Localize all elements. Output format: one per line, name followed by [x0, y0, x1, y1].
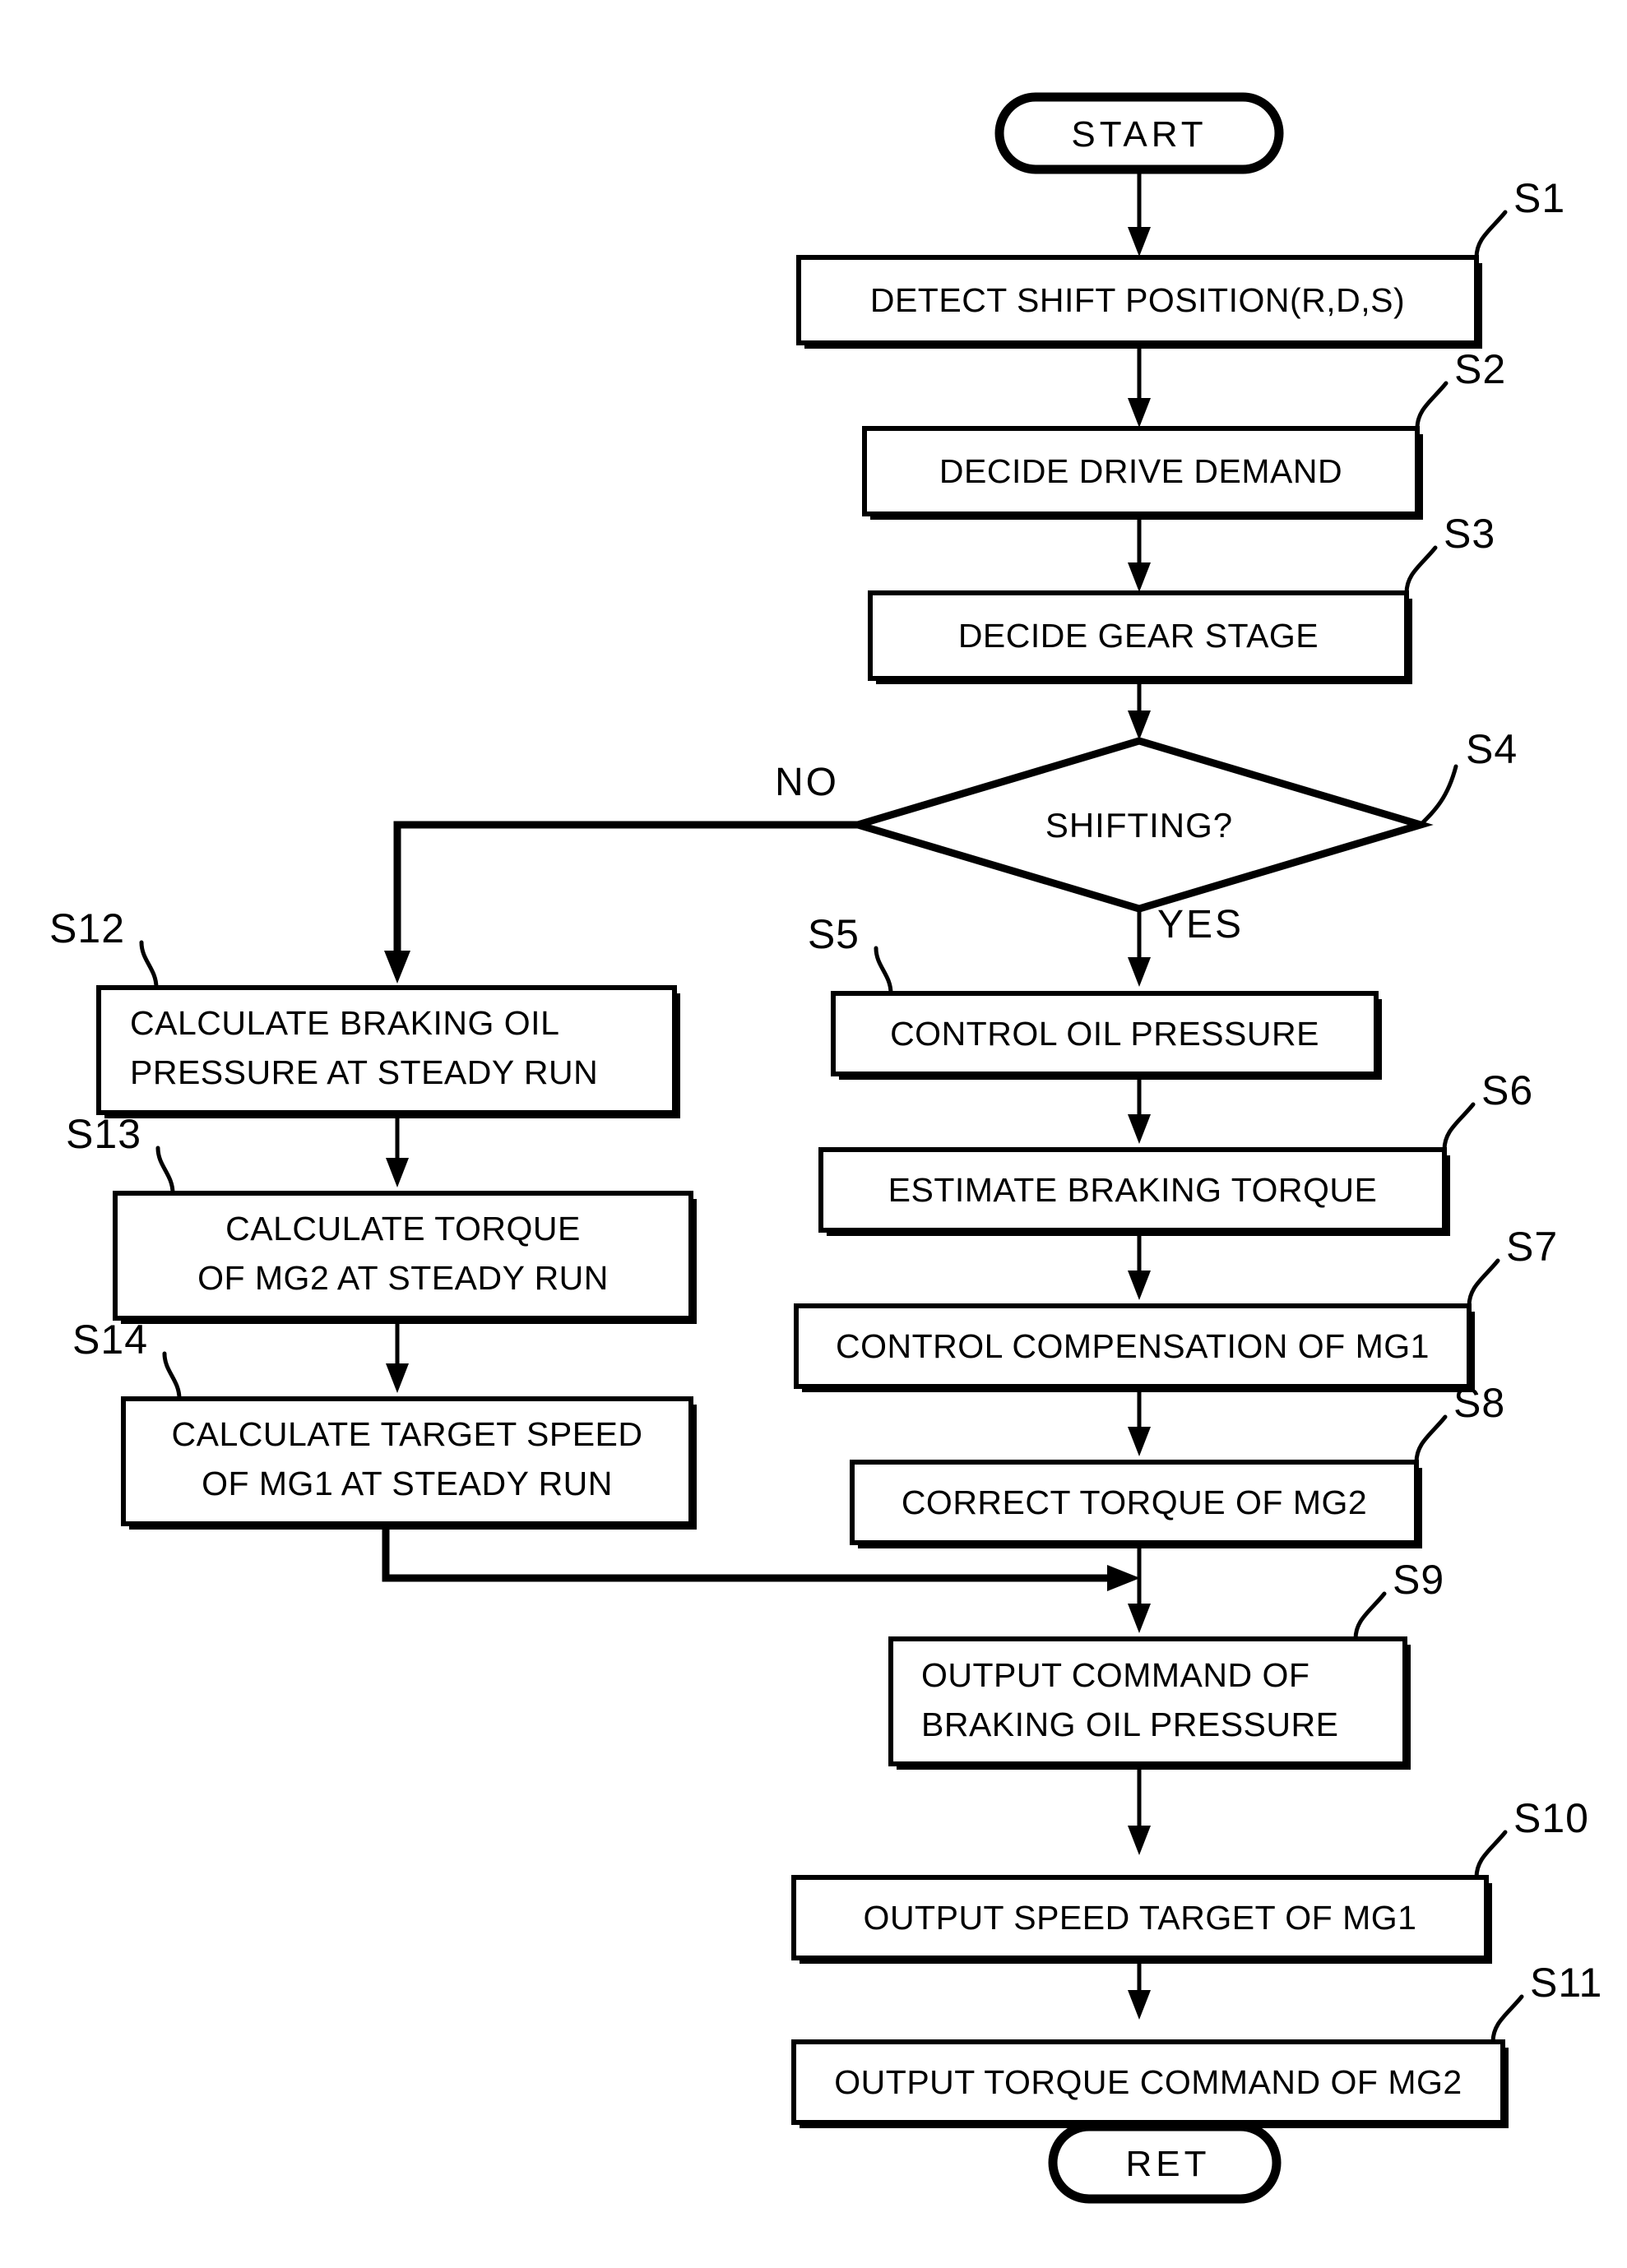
process-box-s6: ESTIMATE BRAKING TORQUE [818, 1147, 1450, 1236]
step-label-s12: S12 [49, 905, 125, 951]
step-label-s3: S3 [1444, 511, 1495, 557]
step-label-s11: S11 [1530, 1960, 1602, 2006]
process-box-s10: OUTPUT SPEED TARGET OF MG1 [791, 1875, 1492, 1964]
s8-text-line1: CORRECT TORQUE OF MG2 [902, 1483, 1367, 1521]
s6-text-line1: ESTIMATE BRAKING TORQUE [888, 1171, 1378, 1209]
step-label-s5: S5 [808, 911, 860, 957]
s13-text-line2: OF MG2 AT STEADY RUN [197, 1259, 609, 1297]
s11-text-line1: OUTPUT TORQUE COMMAND OF MG2 [834, 2063, 1462, 2101]
process-box-s9: OUTPUT COMMAND OF BRAKING OIL PRESSURE [888, 1636, 1411, 1770]
s13-text-line1: CALCULATE TORQUE [225, 1210, 581, 1247]
step-label-s2: S2 [1454, 346, 1506, 392]
flowchart-diagram: START DETECT SHIFT POSITION(R,D,S) S1 DE… [0, 0, 1627, 2268]
s2-text-line1: DECIDE DRIVE DEMAND [939, 452, 1342, 490]
step-label-s14: S14 [72, 1317, 148, 1363]
step-label-s4: S4 [1466, 726, 1518, 772]
process-box-s12: CALCULATE BRAKING OIL PRESSURE AT STEADY… [96, 985, 680, 1118]
step-label-s1: S1 [1513, 175, 1565, 221]
process-box-s7: CONTROL COMPENSATION OF MG1 [794, 1303, 1475, 1392]
start-label: START [1071, 114, 1207, 155]
step-label-s7: S7 [1506, 1224, 1558, 1270]
s10-text-line1: OUTPUT SPEED TARGET OF MG1 [864, 1899, 1417, 1937]
s9-text-line2: BRAKING OIL PRESSURE [921, 1706, 1338, 1743]
s14-text-line1: CALCULATE TARGET SPEED [171, 1415, 642, 1453]
step-label-s6: S6 [1481, 1067, 1533, 1113]
terminal-start: START [994, 92, 1284, 174]
s12-text-line2: PRESSURE AT STEADY RUN [130, 1053, 598, 1091]
process-box-s11: OUTPUT TORQUE COMMAND OF MG2 [791, 2039, 1509, 2128]
step-label-s10: S10 [1513, 1795, 1589, 1841]
s14-text-line2: OF MG1 AT STEADY RUN [202, 1465, 613, 1502]
process-box-s8: CORRECT TORQUE OF MG2 [850, 1460, 1422, 1548]
step-label-s13: S13 [66, 1111, 141, 1157]
s12-text-line1: CALCULATE BRAKING OIL [130, 1004, 559, 1042]
branch-label-yes: YES [1157, 903, 1244, 947]
process-box-s1: DETECT SHIFT POSITION(R,D,S) [796, 255, 1482, 349]
branch-label-no: NO [775, 761, 839, 804]
step-label-s8: S8 [1453, 1380, 1505, 1426]
process-box-s5: CONTROL OIL PRESSURE [831, 991, 1382, 1080]
s3-text-line1: DECIDE GEAR STAGE [958, 617, 1319, 655]
s5-text-line1: CONTROL OIL PRESSURE [890, 1015, 1319, 1053]
process-box-s13: CALCULATE TORQUE OF MG2 AT STEADY RUN [113, 1191, 697, 1324]
process-box-s14: CALCULATE TARGET SPEED OF MG1 AT STEADY … [121, 1396, 697, 1530]
terminal-ret: RET [1048, 2122, 1282, 2204]
ret-label: RET [1126, 2144, 1211, 2184]
process-box-s2: DECIDE DRIVE DEMAND [862, 426, 1423, 520]
s1-text-line1: DETECT SHIFT POSITION(R,D,S) [870, 281, 1405, 319]
s4-text-line1: SHIFTING? [1045, 806, 1233, 845]
s9-text-line1: OUTPUT COMMAND OF [921, 1656, 1309, 1694]
step-label-s9: S9 [1393, 1557, 1444, 1603]
s7-text-line1: CONTROL COMPENSATION OF MG1 [836, 1327, 1430, 1365]
process-box-s3: DECIDE GEAR STAGE [868, 590, 1412, 684]
